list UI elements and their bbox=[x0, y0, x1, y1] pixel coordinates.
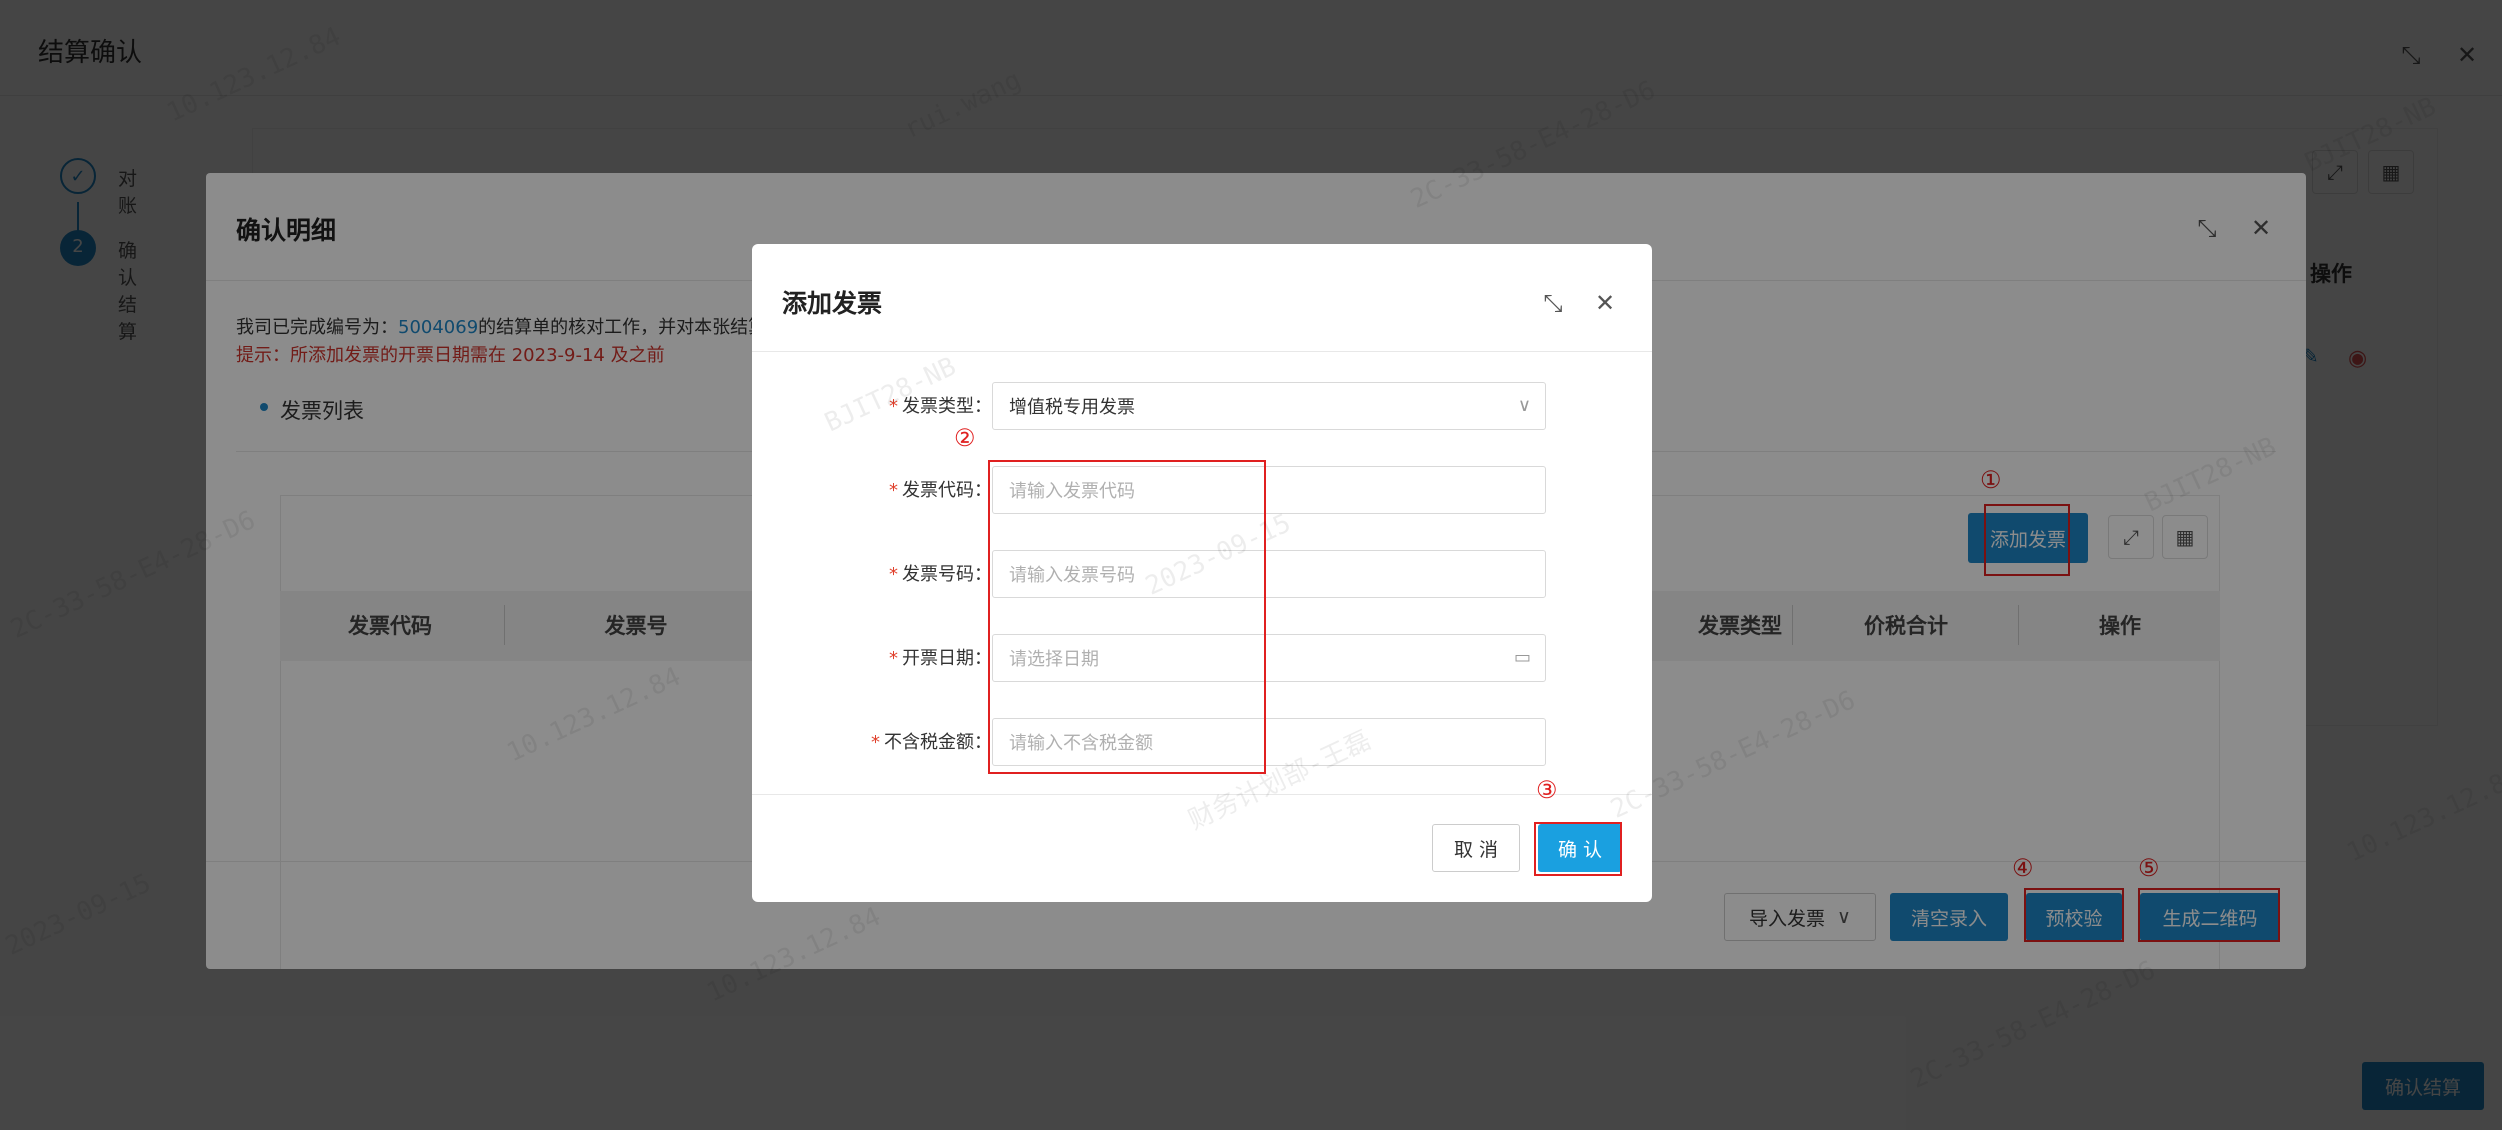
header-divider bbox=[752, 351, 1652, 352]
close-icon[interactable]: ✕ bbox=[1590, 288, 1620, 318]
modal-title: 添加发票 bbox=[782, 289, 883, 318]
calendar-icon: ▭ bbox=[1513, 647, 1531, 668]
fullscreen-icon[interactable]: ⤡ bbox=[1538, 288, 1568, 318]
annotation-box-confirm bbox=[1534, 822, 1622, 876]
invoice-date-label: * 开票日期： bbox=[889, 648, 992, 669]
invoice-type-select[interactable]: 增值税专用发票 ∨ bbox=[992, 382, 1546, 430]
chevron-down-icon: ∨ bbox=[1517, 395, 1531, 416]
annotation-3: ③ bbox=[1536, 776, 1558, 804]
cancel-button[interactable]: 取 消 bbox=[1432, 824, 1520, 872]
invoice-code-label: * 发票代码： bbox=[889, 480, 992, 501]
invoice-type-value: 增值税专用发票 bbox=[1009, 397, 1135, 418]
amount-excl-tax-label: * 不含税金额： bbox=[871, 732, 992, 753]
annotation-2: ② bbox=[954, 424, 976, 452]
annotation-box-fields bbox=[988, 460, 1266, 774]
invoice-number-label: * 发票号码： bbox=[889, 564, 992, 585]
